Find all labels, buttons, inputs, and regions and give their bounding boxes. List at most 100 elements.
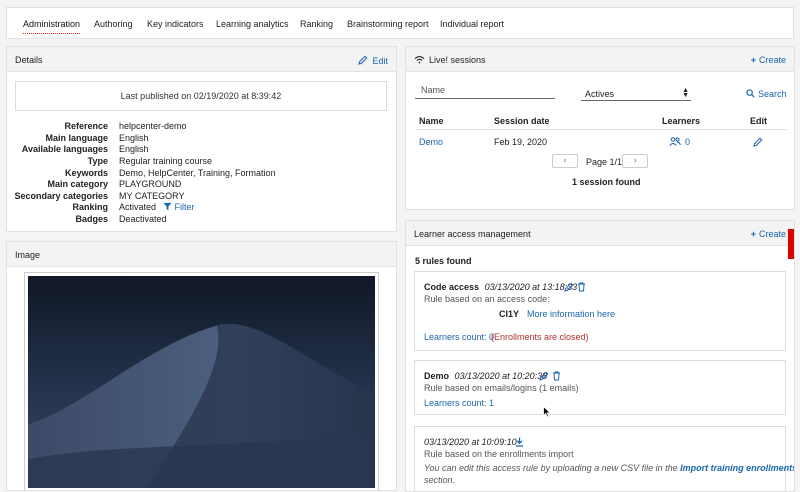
tab-administration[interactable]: Administration (23, 19, 81, 34)
tab-individual-report[interactable]: Individual report (440, 19, 504, 29)
mouse-pointer-icon (543, 406, 551, 418)
details-header: Details Edit (7, 47, 396, 72)
filter-icon (162, 202, 172, 211)
details-panel: Details Edit Last published on 02/19/202… (6, 46, 397, 232)
detail-value: Deactivated (119, 214, 167, 224)
image-panel: Image (6, 241, 397, 491)
enrollment-status: (Enrollments are closed) (491, 332, 589, 342)
pencil-icon (358, 55, 368, 65)
last-published-box: Last published on 02/19/2020 at 8:39:42 (15, 81, 387, 111)
details-title: Details (15, 55, 43, 65)
image-header: Image (7, 242, 396, 267)
ranking-status: Activated (119, 202, 157, 212)
import-enrollments-link[interactable]: Import training enrollments (680, 463, 794, 473)
access-rule-card: Demo 03/13/2020 at 10:20:38 Rule based o… (414, 360, 786, 415)
edit-session-pencil-icon[interactable] (753, 137, 763, 147)
rule-heading: Demo 03/13/2020 at 10:20:38 (424, 371, 547, 381)
detail-label: Secondary categories (14, 191, 108, 201)
column-header-session-date: Session date (494, 116, 550, 126)
filter-label: Filter (174, 202, 195, 212)
tab-ranking[interactable]: Ranking (300, 19, 333, 29)
chevron-left-icon: ‹ (563, 155, 567, 166)
edit-details-button[interactable]: Edit (358, 55, 388, 66)
detail-value: English (119, 144, 149, 154)
plus-icon: + (750, 55, 756, 65)
users-icon (669, 137, 681, 146)
tab-authoring[interactable]: Authoring (94, 19, 133, 29)
rule-note-text: You can edit this access rule by uploadi… (424, 463, 678, 473)
session-status-value: Actives (585, 89, 615, 99)
detail-row-reference: Reference helpcenter-demo (7, 121, 396, 133)
image-title: Image (15, 250, 41, 260)
scroll-indicator[interactable] (788, 229, 794, 259)
edit-rule-pencil-icon[interactable] (539, 371, 549, 381)
tab-learning-analytics[interactable]: Learning analytics (216, 19, 289, 29)
detail-value: helpcenter-demo (119, 121, 187, 131)
table-divider (415, 129, 787, 130)
delete-rule-trash-icon[interactable] (577, 282, 586, 292)
rules-count: 5 rules found (415, 256, 472, 266)
learners-count-link[interactable]: Learners count: 0 (424, 332, 494, 342)
sessions-found-count: 1 session found (572, 177, 641, 187)
access-title: Learner access management (414, 229, 531, 239)
table-row: Demo Feb 19, 2020 0 (406, 137, 794, 149)
tab-brainstorming-report[interactable]: Brainstorming report (347, 19, 429, 29)
detail-value: PLAYGROUND (119, 179, 182, 189)
page-indicator: Page 1/1 (586, 157, 623, 167)
session-learners-link[interactable]: 0 (669, 137, 690, 147)
create-label: Create (758, 229, 786, 239)
detail-value: Regular training course (119, 156, 213, 166)
learners-count-link[interactable]: Learners count: 1 (424, 398, 494, 408)
tab-bar: Administration Authoring Key indicators … (6, 7, 794, 39)
next-page-button[interactable]: › (622, 154, 648, 168)
plus-icon: + (750, 229, 756, 239)
detail-value: Demo, HelpCenter, Training, Formation (119, 168, 276, 178)
session-status-select[interactable]: Actives ▲ ▼ (581, 87, 691, 101)
access-rule-card: 03/13/2020 at 10:09:10 Rule based on the… (414, 426, 794, 491)
session-name-input[interactable]: Name (415, 85, 555, 99)
detail-value: Activated Filter (119, 202, 195, 212)
rule-date: 03/13/2020 at 10:20:38 (454, 371, 548, 381)
detail-row-type: Type Regular training course (7, 156, 396, 168)
rule-note: You can edit this access rule by uploadi… (424, 463, 794, 473)
session-date: Feb 19, 2020 (494, 137, 548, 147)
previous-page-button[interactable]: ‹ (552, 154, 578, 168)
session-search-button[interactable]: Search (746, 89, 787, 99)
detail-label: Available languages (21, 144, 108, 154)
tab-key-indicators[interactable]: Key indicators (147, 19, 204, 29)
detail-label: Ranking (72, 202, 108, 212)
rule-description: Rule based on an access code: (424, 294, 550, 304)
sessions-header: Live! sessions + Create (406, 47, 794, 72)
rule-note-suffix: section. (424, 475, 456, 485)
session-name-placeholder: Name (421, 85, 446, 95)
ranking-filter-button[interactable]: Filter (162, 202, 195, 212)
create-label: Create (758, 55, 786, 65)
detail-label: Reference (64, 121, 108, 131)
create-rule-button[interactable]: + Create (751, 229, 786, 239)
download-icon[interactable] (515, 437, 524, 447)
delete-rule-trash-icon[interactable] (552, 371, 561, 381)
detail-label: Main language (45, 133, 108, 143)
column-header-learners: Learners (662, 116, 701, 126)
learner-access-panel: Learner access management + Create 5 rule… (405, 220, 795, 492)
detail-label: Type (87, 156, 108, 166)
more-information-link[interactable]: More information here (527, 309, 615, 319)
session-name-link[interactable]: Demo (419, 137, 443, 147)
detail-value: English (119, 133, 149, 143)
sessions-title-wrap: Live! sessions (414, 55, 486, 65)
rule-date: 03/13/2020 at 10:09:10 (424, 437, 517, 447)
edit-label: Edit (372, 56, 388, 66)
create-session-button[interactable]: + Create (751, 55, 786, 65)
search-icon (746, 89, 755, 98)
detail-label: Keywords (64, 168, 108, 178)
access-header: Learner access management + Create (406, 221, 794, 246)
edit-rule-pencil-icon[interactable] (564, 282, 574, 292)
detail-label: Badges (75, 214, 108, 224)
rule-description: Rule based on emails/logins (1 emails) (424, 383, 579, 393)
rule-name: Demo (424, 371, 450, 381)
detail-row-badges: Badges Deactivated (7, 214, 396, 226)
detail-row-main-category: Main category PLAYGROUND (7, 179, 396, 191)
column-header-name: Name (419, 116, 444, 126)
last-published-text: Last published on 02/19/2020 at 8:39:42 (120, 91, 282, 101)
detail-value: MY CATEGORY (119, 191, 185, 201)
